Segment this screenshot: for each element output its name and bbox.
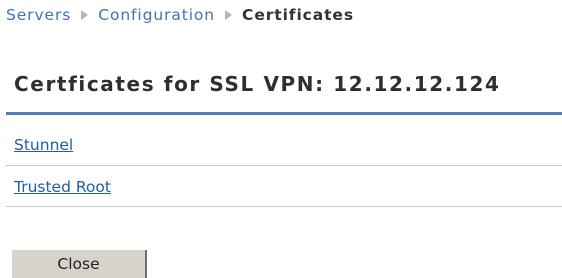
breadcrumb-arrow-icon (81, 10, 89, 20)
stunnel-certificate-link[interactable]: Stunnel (14, 136, 73, 154)
breadcrumb-current-certificates: Certificates (242, 6, 354, 24)
page-title: Certficates for SSL VPN: 12.12.12.124 (14, 72, 501, 96)
title-divider (6, 112, 562, 115)
breadcrumb-servers-link[interactable]: Servers (6, 6, 71, 24)
list-item: Stunnel (6, 129, 562, 166)
close-button[interactable]: Close (12, 250, 147, 278)
breadcrumb: Servers Configuration Certificates (6, 4, 354, 26)
certificate-list: Stunnel Trusted Root (6, 129, 562, 207)
certificates-page: Servers Configuration Certificates Certf… (0, 0, 562, 278)
trusted-root-certificate-link[interactable]: Trusted Root (14, 178, 111, 196)
list-item: Trusted Root (6, 166, 562, 207)
breadcrumb-arrow-icon (225, 10, 233, 20)
breadcrumb-configuration-link[interactable]: Configuration (98, 6, 215, 24)
